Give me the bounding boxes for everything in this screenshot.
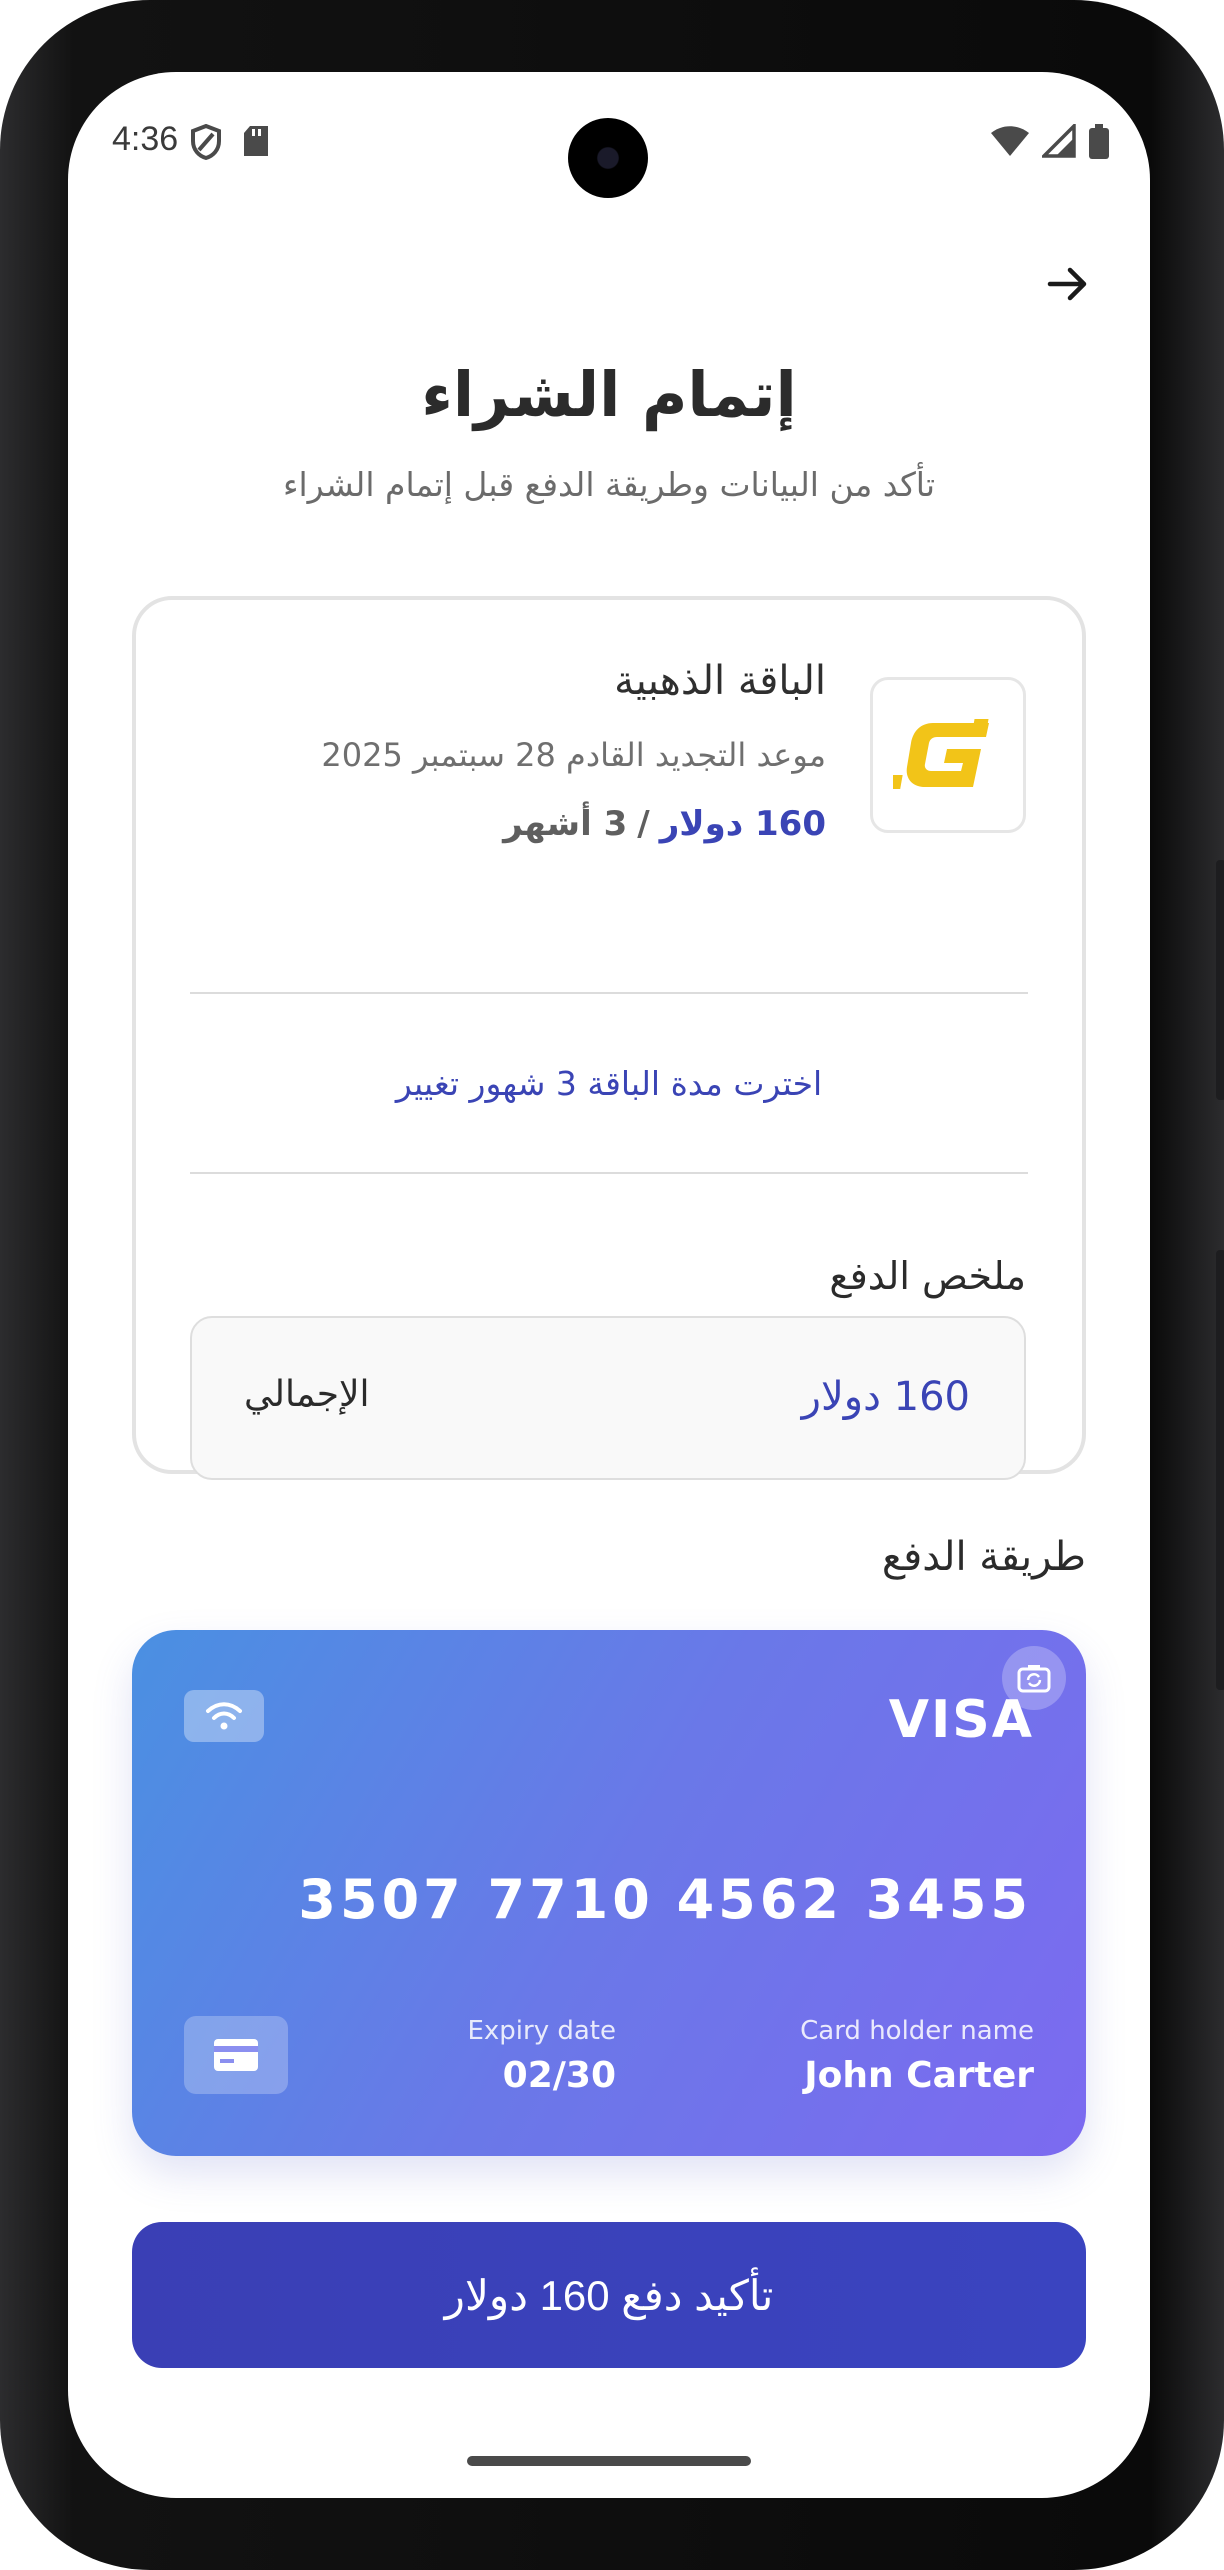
home-indicator[interactable] — [467, 2456, 751, 2466]
total-value: 160 دولار — [801, 1374, 970, 1420]
page-subtitle: تأكد من البيانات وطريقة الدفع قبل إتمام … — [282, 465, 936, 504]
plan-logo — [870, 677, 1026, 833]
shield-icon — [190, 123, 222, 164]
plan-period: 3 أشهر — [503, 804, 628, 844]
card-holder-label: Card holder name — [800, 2016, 1034, 2046]
confirm-payment-button[interactable]: تأكيد دفع 160 دولار — [132, 2222, 1086, 2368]
sd-card-icon — [242, 124, 270, 164]
page-title: إتمام الشراء — [421, 358, 797, 431]
expiry-value: 02/30 — [502, 2055, 616, 2096]
card-number: 3507 7710 4562 3455 — [298, 1868, 1032, 1931]
plan-card: الباقة الذهبية موعد التجديد القادم 28 سب… — [132, 596, 1086, 1480]
status-time: 4:36 — [112, 120, 179, 158]
back-button[interactable] — [1044, 260, 1092, 308]
front-camera — [568, 118, 648, 198]
change-duration-link[interactable]: اخترت مدة الباقة 3 شهور تغيير — [136, 1064, 1082, 1103]
g-logo-icon — [893, 719, 989, 789]
signal-icon — [1039, 121, 1076, 164]
divider — [190, 1172, 1028, 1174]
card-holder-value: John Carter — [804, 2055, 1034, 2096]
battery-icon — [1088, 124, 1110, 164]
payment-card[interactable]: VISA 3507 7710 4562 3455 Expiry date 02/… — [132, 1630, 1086, 2156]
screen: 4:36 إتمام الشراء تأكد من البيانات وطريق… — [68, 72, 1150, 2498]
payment-method-title: طريقة الدفع — [881, 1534, 1086, 1580]
arrow-right-icon — [1047, 267, 1087, 301]
camera-rotate-icon — [1017, 1665, 1051, 1693]
summary-box: الإجمالي 160 دولار — [190, 1316, 1026, 1480]
wifi-icon — [990, 124, 1030, 164]
status-right-icons — [990, 121, 1110, 164]
total-label: الإجمالي — [244, 1374, 370, 1415]
card-chip-icon — [184, 2016, 288, 2094]
price-separator: / — [637, 804, 650, 844]
plan-renewal-date: موعد التجديد القادم 28 سبتمبر 2025 — [321, 736, 826, 774]
volume-button — [1216, 1250, 1224, 1690]
card-brand: VISA — [888, 1690, 1034, 1750]
plan-price: 160 دولار — [659, 804, 826, 844]
status-left-icons — [190, 123, 270, 164]
divider — [190, 992, 1028, 994]
power-button — [1216, 860, 1224, 1100]
expiry-label: Expiry date — [467, 2016, 616, 2046]
plan-name: الباقة الذهبية — [614, 658, 826, 704]
summary-title: ملخص الدفع — [829, 1254, 1026, 1298]
contactless-icon — [184, 1690, 264, 1742]
phone-frame: 4:36 إتمام الشراء تأكد من البيانات وطريق… — [0, 0, 1224, 2570]
plan-price-row: 160 دولار / 3 أشهر — [503, 804, 826, 844]
